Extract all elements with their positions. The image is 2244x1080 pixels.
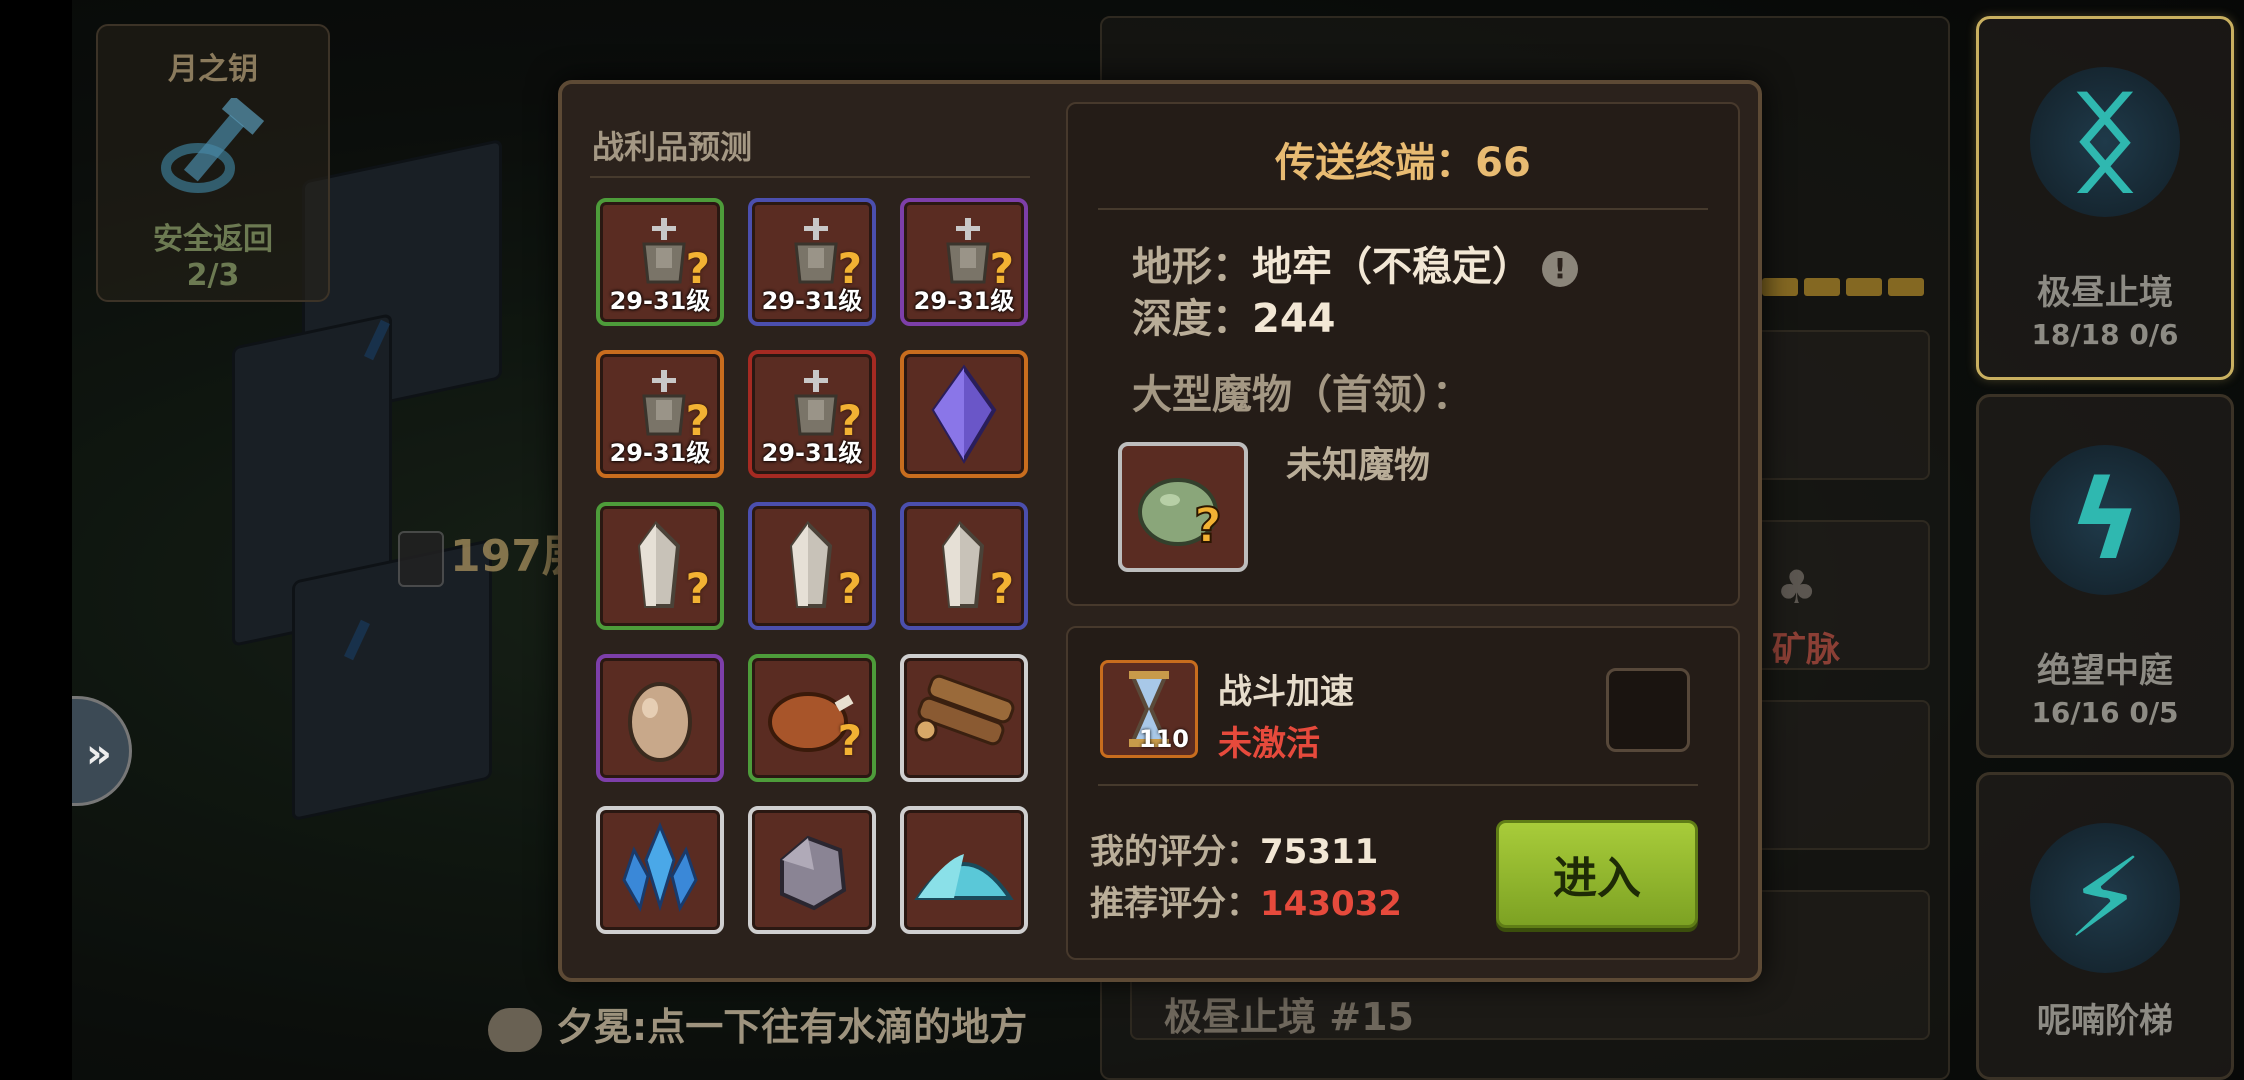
my-score-value: 75311 xyxy=(1260,832,1379,872)
loot-slot-armor[interactable]: ? 29-31级 xyxy=(748,198,876,326)
loot-slot-stone-ore[interactable] xyxy=(748,806,876,934)
loot-slot-egg[interactable] xyxy=(596,654,724,782)
recommended-score-line: 推荐评分：143032 xyxy=(1090,876,1402,925)
boost-count: 110 xyxy=(1138,725,1189,753)
chat-text: :点一下往有水滴的地方 xyxy=(632,1005,1028,1049)
portal-title: 传送终端：66 xyxy=(1275,140,1531,186)
unknown-question-icon: ? xyxy=(685,564,710,613)
right-card-name: 呢喃阶梯 xyxy=(2037,1001,2173,1041)
boss-slot[interactable]: ? xyxy=(1118,442,1248,572)
my-score-label: 我的评分： xyxy=(1090,832,1260,872)
loot-slot-white-crystal[interactable]: ? xyxy=(596,502,724,630)
right-card-2[interactable]: ⚡ 呢喃阶梯 xyxy=(1976,772,2234,1080)
loot-slot-armor[interactable]: ? 29-31级 xyxy=(900,198,1028,326)
loot-level-label: 29-31级 xyxy=(761,287,863,315)
depth-label: 深度： xyxy=(1132,296,1252,342)
divider xyxy=(590,176,1030,178)
loot-level-label: 29-31级 xyxy=(609,439,711,467)
right-card-0[interactable]: ᛝ 极昼止境 18/18 0/6 xyxy=(1976,16,2234,380)
depth-line: 深度：244 xyxy=(1132,286,1336,344)
warning-icon[interactable]: ! xyxy=(1542,251,1578,287)
loot-slot-armor[interactable]: ? 29-31级 xyxy=(596,350,724,478)
chat-speaker: 夕冕 xyxy=(556,1005,633,1049)
depth-value: 244 xyxy=(1252,296,1336,342)
dungeon-row-label: 极昼止境 #15 xyxy=(1164,995,1414,1039)
ore-icon: ♣ xyxy=(1776,560,1818,614)
loot-slot-white-crystal[interactable]: ? xyxy=(900,502,1028,630)
loot-slot-white-crystal[interactable]: ? xyxy=(748,502,876,630)
progress-dots xyxy=(1762,278,1930,300)
loot-slot-blue-sand-pile[interactable] xyxy=(900,806,1028,934)
right-card-1[interactable]: ϟ 绝望中庭 16/16 0/5 xyxy=(1976,394,2234,758)
right-card-stats: 16/16 0/5 xyxy=(2031,696,2179,729)
key-card-title: 月之钥 xyxy=(168,52,258,87)
my-score-line: 我的评分：75311 xyxy=(1090,824,1378,873)
purple-crystal-icon xyxy=(904,354,1024,478)
boss-label: 大型魔物（首领）： xyxy=(1132,372,1472,418)
key-card-count: 2/3 xyxy=(186,258,240,293)
right-card-stats: 18/18 0/6 xyxy=(2031,318,2179,351)
rune-emblem-icon: ⚡ xyxy=(2030,823,2180,973)
unknown-question-icon: ? xyxy=(989,564,1014,613)
loot-slot-blue-crystal-cluster[interactable] xyxy=(596,806,724,934)
boost-status: 未激活 xyxy=(1218,724,1320,764)
loot-title: 战利品预测 xyxy=(592,128,753,166)
loot-slot-roast-meat[interactable]: ? xyxy=(748,654,876,782)
unknown-monster-icon: ? xyxy=(1138,478,1223,555)
loot-slot-purple-crystal[interactable] xyxy=(900,350,1028,478)
terrain-line: 地形：地牢（不稳定）! xyxy=(1132,234,1578,292)
loot-level-label: 29-31级 xyxy=(609,287,711,315)
chat-bubble-icon xyxy=(488,1007,542,1052)
blue-crystal-cluster-icon xyxy=(600,810,720,934)
loot-slot-armor[interactable]: ? 29-31级 xyxy=(596,198,724,326)
chevron-right-icon: » xyxy=(86,731,112,777)
gem-icon xyxy=(398,531,444,587)
battle-speed-slot[interactable]: 110 xyxy=(1100,660,1198,758)
loot-level-label: 29-31级 xyxy=(761,439,863,467)
rune-emblem-icon: ϟ xyxy=(2030,445,2180,595)
key-card-subtitle: 安全返回 xyxy=(153,222,273,257)
blue-sand-pile-icon xyxy=(904,810,1024,934)
right-card-name: 极昼止境 xyxy=(2037,273,2173,313)
moon-key-card[interactable]: 月之钥 安全返回 2/3 xyxy=(96,24,330,302)
unknown-question-icon: ? xyxy=(837,716,862,765)
wood-logs-icon xyxy=(904,658,1024,782)
boss-name: 未知魔物 xyxy=(1286,445,1431,486)
terrain-value: 地牢（不稳定） xyxy=(1252,244,1532,290)
stone-ore-icon xyxy=(752,810,872,934)
recommended-score-value: 143032 xyxy=(1260,884,1402,924)
terrain-label: 地形： xyxy=(1132,244,1252,290)
right-card-name: 绝望中庭 xyxy=(2037,651,2173,691)
boost-name: 战斗加速 xyxy=(1218,672,1354,712)
rune-emblem-icon: ᛝ xyxy=(2030,67,2180,217)
divider xyxy=(1098,208,1708,210)
boost-checkbox[interactable] xyxy=(1606,668,1690,752)
loot-slot-armor[interactable]: ? 29-31级 xyxy=(748,350,876,478)
chat-line[interactable]: 夕冕:点一下往有水滴的地方 xyxy=(488,996,1027,1052)
recommended-score-label: 推荐评分： xyxy=(1090,884,1260,924)
enter-button[interactable]: 进入 xyxy=(1496,820,1698,928)
svg-text:?: ? xyxy=(1194,498,1222,554)
moon-key-icon xyxy=(153,95,273,208)
divider xyxy=(1098,784,1698,786)
unknown-question-icon: ? xyxy=(837,564,862,613)
egg-icon xyxy=(600,658,720,782)
loot-slot-wood-logs[interactable] xyxy=(900,654,1028,782)
loot-level-label: 29-31级 xyxy=(913,287,1015,315)
ore-label: 矿脉 xyxy=(1772,630,1840,670)
